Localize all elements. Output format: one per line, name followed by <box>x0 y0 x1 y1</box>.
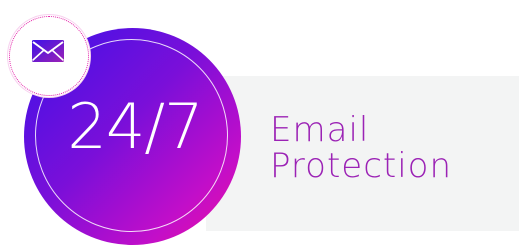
mail-chip <box>8 15 90 97</box>
feature-label-line-2: Protection <box>270 146 453 186</box>
mail-icon <box>32 40 64 62</box>
feature-label: Email Protection <box>270 112 510 184</box>
feature-label-line-1: Email <box>270 110 370 150</box>
badge-text: 24/7 <box>67 90 203 163</box>
